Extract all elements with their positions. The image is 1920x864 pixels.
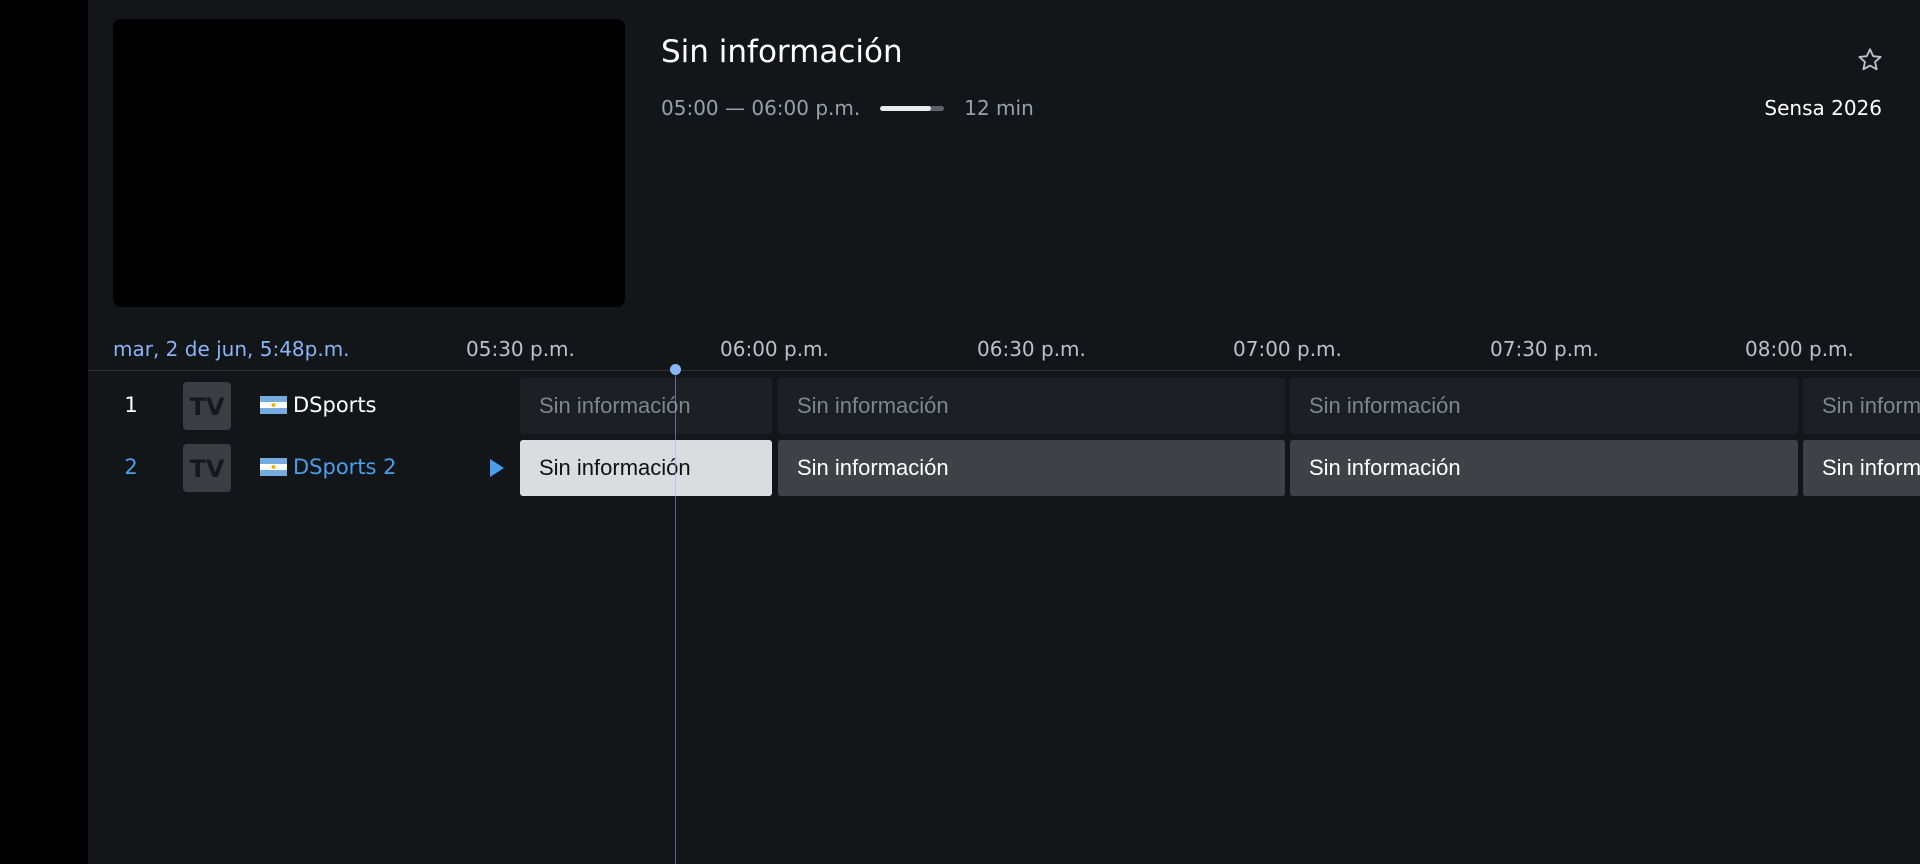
program-time-range: 05:00 — 06:00 p.m. <box>661 96 861 120</box>
tv-logo-icon: TV <box>190 455 225 482</box>
argentina-flag-icon <box>260 458 287 476</box>
channel-number: 2 <box>124 455 138 479</box>
time-slot-label: 07:30 p.m. <box>1490 337 1599 361</box>
program-cell[interactable]: Sin información <box>520 378 772 434</box>
video-preview[interactable] <box>113 19 625 307</box>
channel-name: DSports 2 <box>260 455 397 479</box>
program-progress-fill <box>880 105 932 111</box>
star-outline-icon[interactable] <box>1856 46 1884 74</box>
program-title: Sin información <box>661 34 903 70</box>
program-cell-selected[interactable]: Sin información <box>520 440 772 496</box>
program-remaining: 12 min <box>964 96 1034 120</box>
time-slot-label: 07:00 p.m. <box>1233 337 1342 361</box>
channel-number: 1 <box>124 393 138 417</box>
channel-brand: Sensa 2026 <box>1764 96 1882 120</box>
now-indicator-dot <box>670 364 681 375</box>
tv-logo-icon: TV <box>190 393 225 420</box>
time-slot-label: 06:30 p.m. <box>977 337 1086 361</box>
program-cell[interactable]: Sin información <box>1290 378 1798 434</box>
channel-name: DSports <box>260 393 377 417</box>
current-date-time: mar, 2 de jun, 5:48p.m. <box>113 337 350 361</box>
time-slot-label: 08:00 p.m. <box>1745 337 1854 361</box>
channel-logo: TV <box>183 382 231 430</box>
program-cell[interactable]: Sin información <box>778 378 1285 434</box>
channel-logo: TV <box>183 444 231 492</box>
program-cell[interactable]: Sin información <box>1290 440 1798 496</box>
program-cell[interactable]: Sin información <box>778 440 1285 496</box>
now-indicator-line <box>675 370 676 864</box>
tv-guide-screen: Sin información 05:00 — 06:00 p.m. 12 mi… <box>88 0 1920 864</box>
timeline-divider <box>88 370 1920 371</box>
svg-text:TV: TV <box>190 393 225 420</box>
program-cell[interactable]: Sin información <box>1803 378 1920 434</box>
program-progress-bar <box>880 105 945 111</box>
playing-indicator-icon <box>490 459 504 477</box>
program-time-row: 05:00 — 06:00 p.m. 12 min <box>661 96 1034 120</box>
svg-text:TV: TV <box>190 455 225 482</box>
time-slot-label: 05:30 p.m. <box>466 337 575 361</box>
argentina-flag-icon <box>260 396 287 414</box>
program-cell[interactable]: Sin información <box>1803 440 1920 496</box>
time-slot-label: 06:00 p.m. <box>720 337 829 361</box>
